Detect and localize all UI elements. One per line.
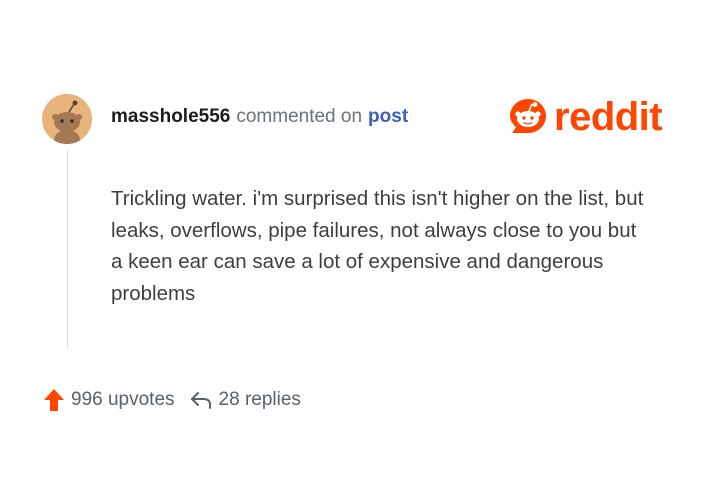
reddit-snoo-icon — [508, 97, 548, 137]
avatar[interactable] — [42, 94, 92, 144]
upvote-button[interactable]: 996 upvotes — [43, 388, 175, 412]
comment-action-text: commented on — [236, 106, 363, 127]
reddit-logo: reddit — [508, 95, 663, 139]
upvote-count: 996 upvotes — [71, 389, 175, 410]
reply-arrow-icon[interactable] — [189, 389, 213, 411]
post-link[interactable]: post — [368, 106, 408, 128]
snoo-avatar-icon — [42, 94, 92, 144]
reddit-wordmark: reddit — [554, 95, 663, 139]
comment-card: masshole556 commented on post reddit Tri… — [0, 0, 716, 498]
comment-header: masshole556 commented on post — [111, 106, 408, 130]
comment-body: Trickling water. i'm surprised this isn'… — [111, 187, 644, 305]
upvote-arrow-icon[interactable] — [43, 388, 65, 412]
username[interactable]: masshole556 — [111, 106, 230, 128]
reply-button[interactable]: 28 replies — [189, 389, 301, 411]
thread-line[interactable] — [67, 150, 68, 348]
reply-count: 28 replies — [218, 389, 301, 410]
comment-footer: 996 upvotes 28 replies — [43, 386, 301, 414]
